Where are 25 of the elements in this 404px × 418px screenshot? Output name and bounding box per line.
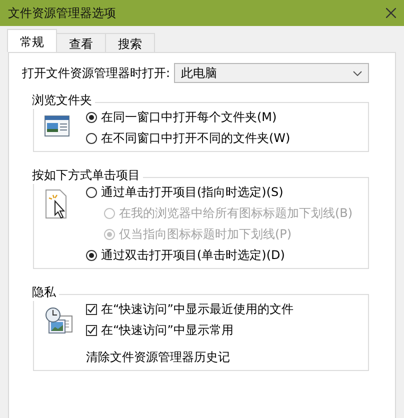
group-title: 按如下方式单击项目 (29, 167, 143, 184)
radio-option[interactable]: 在同一窗口中打开每个文件夹(M) (86, 110, 360, 124)
checkbox-option[interactable]: 在“快速访问”中显示常用 (86, 323, 360, 337)
group-title: 浏览文件夹 (29, 92, 95, 109)
radio-button[interactable] (86, 186, 97, 198)
radio-option[interactable]: 通过单击打开项目(指向时选定)(S) (86, 185, 360, 199)
clock-picture-icon (44, 306, 74, 336)
clear-history-label: 清除文件资源管理器历史记 (86, 350, 230, 364)
caret-icon (353, 70, 362, 76)
radio-option[interactable]: 在不同窗口中打开不同的文件夹(W) (86, 131, 360, 145)
checkbox[interactable] (86, 304, 97, 314)
checkbox-option[interactable]: 在“快速访问”中显示最近使用的文件 (86, 302, 360, 316)
radio-button[interactable] (86, 250, 97, 260)
checkbox[interactable] (86, 324, 97, 336)
radio-option[interactable]: 通过双击打开项目(单击时选定)(D) (86, 248, 360, 262)
window-title: 文件资源管理器选项 (8, 4, 116, 22)
window-icon (44, 114, 70, 138)
tab[interactable]: 常规 (7, 29, 57, 52)
open-in-dropdown[interactable]: 此电脑 (174, 63, 369, 83)
tab[interactable]: 搜索 (105, 33, 155, 52)
radio-button[interactable] (86, 132, 97, 144)
open-in-label: 打开文件资源管理器时打开: (22, 64, 170, 82)
tab[interactable]: 查看 (56, 33, 106, 52)
close-icon[interactable] (386, 8, 396, 18)
radio-button[interactable] (86, 112, 97, 122)
